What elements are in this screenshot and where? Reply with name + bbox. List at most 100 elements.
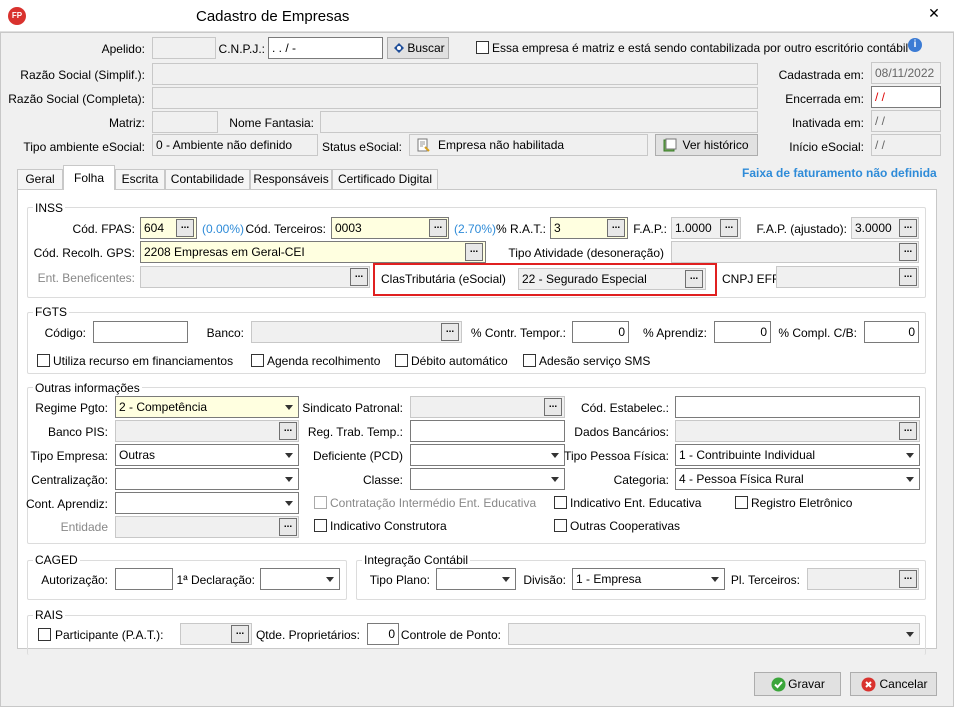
razao-simpl-field[interactable] [152, 63, 758, 85]
tipo-atividade-field[interactable] [671, 241, 919, 263]
tipo-atividade-lookup-button[interactable]: ... [899, 243, 917, 261]
qtde-proprietarios-field[interactable]: 0 [367, 623, 399, 645]
tipo-pf-label: Tipo Pessoa Física: [564, 449, 669, 463]
ind-ent-educativa-checkbox[interactable] [554, 496, 567, 509]
cont-aprendiz-select[interactable] [115, 492, 299, 514]
check-icon [771, 677, 786, 692]
financiamentos-checkbox[interactable] [37, 354, 50, 367]
tab-certificado[interactable]: Certificado Digital [332, 169, 438, 189]
gps-field[interactable]: 2208 Empresas em Geral-CEI [140, 241, 486, 263]
tab-folha[interactable]: Folha [63, 165, 115, 190]
banco-pis-field[interactable] [115, 420, 299, 442]
encerrada-field[interactable]: / / [871, 86, 941, 108]
rat-lookup-button[interactable]: ... [607, 219, 625, 237]
cnpj-efr-field[interactable] [776, 266, 919, 288]
controle-ponto-select[interactable] [508, 623, 920, 645]
controle-ponto-label: Controle de Ponto: [400, 628, 501, 642]
pl-terceiros-label: Pl. Terceiros: [730, 573, 800, 587]
terceiros-lookup-button[interactable]: ... [429, 219, 447, 237]
tab-geral[interactable]: Geral [17, 169, 63, 189]
fpas-label: Cód. FPAS: [72, 222, 135, 236]
cod-estab-field[interactable] [675, 396, 920, 418]
declaracao-label: 1ª Declaração: [176, 573, 255, 587]
ent-beneficentes-lookup-button[interactable]: ... [350, 268, 368, 286]
clas-tributaria-field[interactable]: 22 - Segurado Especial [518, 268, 706, 290]
banco-pis-lookup-button[interactable]: ... [279, 422, 297, 440]
fpas-lookup-button[interactable]: ... [176, 219, 194, 237]
apelido-field[interactable] [152, 37, 216, 59]
participante-lookup-button[interactable]: ... [231, 625, 249, 643]
regime-select[interactable]: 2 - Competência [115, 396, 299, 418]
terceiros-pct: (2.70%) [454, 222, 497, 236]
rat-label: % R.A.T.: [495, 222, 546, 236]
contratacao-checkbox[interactable] [314, 496, 327, 509]
entidade-lookup-button[interactable]: ... [279, 518, 297, 536]
fgts-banco-field[interactable] [251, 321, 462, 343]
cnpj-efr-lookup-button[interactable]: ... [899, 268, 917, 286]
cancelar-button[interactable]: Cancelar [850, 672, 937, 696]
matriz-field[interactable] [152, 111, 218, 133]
close-button[interactable]: ✕ [914, 0, 954, 28]
participante-checkbox[interactable] [38, 628, 51, 641]
tab-escrita[interactable]: Escrita [115, 169, 165, 189]
autorizacao-field[interactable] [115, 568, 173, 590]
declaracao-select[interactable] [260, 568, 340, 590]
matriz-checkbox[interactable] [476, 41, 489, 54]
buscar-button[interactable]: Buscar [387, 37, 449, 59]
fpas-pct: (0.00%) [202, 222, 245, 236]
clas-tributaria-lookup-button[interactable]: ... [685, 270, 703, 288]
ent-beneficentes-field[interactable] [140, 266, 370, 288]
aprendiz-field[interactable]: 0 [714, 321, 771, 343]
fap-ajustado-lookup-button[interactable]: ... [899, 219, 917, 237]
tipo-pf-select[interactable]: 1 - Contribuinte Individual [675, 444, 920, 466]
dados-bancarios-lookup-button[interactable]: ... [899, 422, 917, 440]
debito-checkbox[interactable] [395, 354, 408, 367]
divisao-select[interactable]: 1 - Empresa [572, 568, 725, 590]
registro-eletronico-checkbox[interactable] [735, 496, 748, 509]
fgts-codigo-field[interactable] [93, 321, 188, 343]
deficiente-select[interactable] [410, 444, 565, 466]
fgts-banco-lookup-button[interactable]: ... [441, 323, 459, 341]
inicio-esocial-label: Início eSocial: [789, 140, 864, 154]
categoria-select[interactable]: 4 - Pessoa Física Rural [675, 468, 920, 490]
gravar-button[interactable]: Gravar [754, 672, 841, 696]
tab-responsaveis[interactable]: Responsáveis [250, 169, 332, 189]
contr-tempor-field[interactable]: 0 [572, 321, 629, 343]
classe-select[interactable] [410, 468, 565, 490]
ver-historico-button[interactable]: Ver histórico [655, 134, 758, 156]
agenda-checkbox[interactable] [251, 354, 264, 367]
fap-lookup-button[interactable]: ... [720, 219, 738, 237]
reg-trab-field[interactable] [410, 420, 565, 442]
tipo-plano-select[interactable] [436, 568, 516, 590]
nome-fantasia-field[interactable] [320, 111, 758, 133]
sms-checkbox[interactable] [523, 354, 536, 367]
compl-cb-label: % Compl. C/B: [778, 326, 857, 340]
window-title: Cadastro de Empresas [196, 8, 350, 25]
tipo-empresa-select[interactable]: Outras [115, 444, 299, 466]
info-icon[interactable]: i [908, 38, 922, 52]
sindicato-lookup-button[interactable]: ... [544, 398, 562, 416]
cod-estab-label: Cód. Estabelec.: [580, 401, 669, 415]
outras-cooperativas-checkbox[interactable] [554, 519, 567, 532]
pl-terceiros-lookup-button[interactable]: ... [899, 570, 917, 588]
cnpj-efr-label: CNPJ EFR [722, 272, 781, 286]
gps-lookup-button[interactable]: ... [465, 243, 483, 261]
sindicato-label: Sindicato Patronal: [302, 401, 403, 415]
financiamentos-label: Utiliza recurso em financiamentos [53, 354, 234, 368]
compl-cb-field[interactable]: 0 [864, 321, 919, 343]
tab-contabilidade[interactable]: Contabilidade [165, 169, 250, 189]
razao-compl-field[interactable] [152, 87, 758, 109]
entidade-field[interactable] [115, 516, 299, 538]
dados-bancarios-field[interactable] [675, 420, 920, 442]
cancel-icon [861, 677, 876, 692]
cancelar-label: Cancelar [879, 677, 928, 691]
inativada-field: / / [871, 110, 941, 132]
cnpj-field[interactable]: . . / - [268, 37, 383, 59]
centralizacao-select[interactable] [115, 468, 299, 490]
ind-construtora-checkbox[interactable] [314, 519, 327, 532]
qtde-proprietarios-label: Qtde. Proprietários: [255, 628, 360, 642]
reg-trab-label: Reg. Trab. Temp.: [307, 425, 403, 439]
autorizacao-label: Autorização: [41, 573, 108, 587]
entidade-label: Entidade [60, 520, 108, 534]
sindicato-field[interactable] [410, 396, 565, 418]
